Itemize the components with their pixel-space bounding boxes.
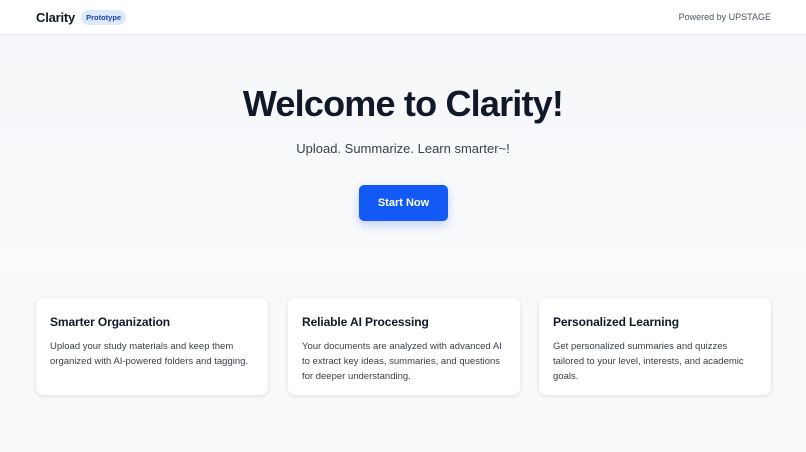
feature-card-title: Smarter Organization xyxy=(50,315,171,329)
feature-card-body: Get personalized summaries and quizzes t… xyxy=(553,341,744,382)
brand[interactable]: Clarity Prototype xyxy=(36,9,127,25)
powered-by-text: Powered by UPSTAGE xyxy=(678,12,771,22)
brand-name[interactable]: Clarity xyxy=(36,10,75,25)
feature-card-ai-processing: Reliable AI Processing Your documents ar… xyxy=(288,298,520,395)
top-header: Clarity Prototype Powered by UPSTAGE xyxy=(0,0,806,35)
hero-section: Welcome to Clarity! Upload. Summarize. L… xyxy=(0,35,806,275)
features-section: Smarter Organization Upload your study m… xyxy=(36,298,771,395)
feature-card-body: Your documents are analyzed with advance… xyxy=(302,341,502,382)
feature-card-body: Upload your study materials and keep the… xyxy=(50,341,249,367)
page-title: Welcome to Clarity! xyxy=(242,83,564,124)
feature-card-organization: Smarter Organization Upload your study m… xyxy=(36,298,268,395)
feature-card-title: Personalized Learning xyxy=(553,315,679,329)
start-now-button[interactable]: Start Now xyxy=(359,185,448,221)
feature-card-personalized: Personalized Learning Get personalized s… xyxy=(539,298,771,395)
prototype-badge: Prototype xyxy=(81,9,127,25)
feature-card-title: Reliable AI Processing xyxy=(302,315,429,329)
hero-subtitle: Upload. Summarize. Learn smarter~! xyxy=(296,141,510,156)
